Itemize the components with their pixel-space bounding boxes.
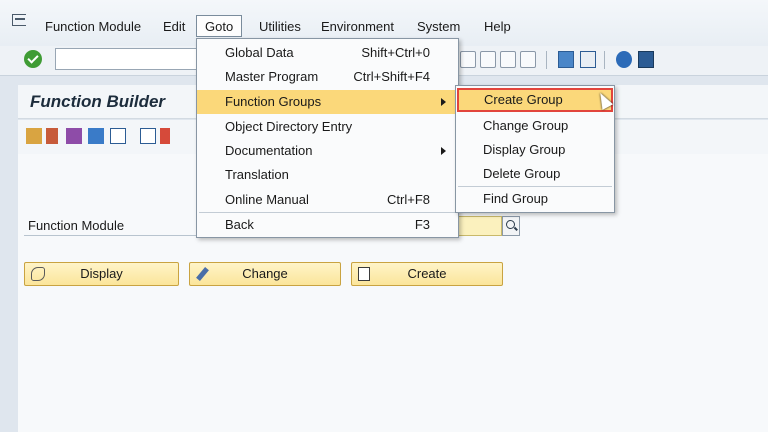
new-session-icon[interactable] [558, 51, 574, 68]
menu-item-label: Change Group [483, 118, 569, 133]
menu-item-label: Find Group [483, 191, 549, 206]
menu-function-module[interactable]: Function Module [44, 18, 142, 36]
submenu-item-delete-group[interactable]: Delete Group [456, 162, 614, 186]
menu-item-master-program[interactable]: Master Program Ctrl+Shift+F4 [197, 65, 458, 89]
info-icon[interactable] [110, 128, 126, 144]
help-icon[interactable] [616, 51, 632, 68]
glasses-icon [31, 267, 45, 281]
menu-item-label: Global Data [225, 45, 294, 60]
menu-item-label: Back [225, 217, 254, 232]
menu-edit[interactable]: Edit [162, 18, 186, 36]
menu-item-translation[interactable]: Translation [197, 163, 458, 187]
submenu-arrow-icon [441, 98, 446, 106]
menu-item-label: Documentation [225, 143, 313, 158]
shortcut-icon[interactable] [580, 51, 596, 68]
other-object-icon[interactable] [26, 128, 42, 144]
submenu-item-change-group[interactable]: Change Group [456, 114, 614, 138]
change-button-label: Change [242, 266, 288, 281]
menu-item-label: Translation [225, 167, 289, 182]
submenu-item-find-group[interactable]: Find Group [456, 187, 614, 211]
check-icon[interactable] [46, 128, 58, 144]
search-help-icon[interactable] [502, 216, 520, 236]
copy-icon[interactable] [160, 128, 170, 144]
enter-check-icon[interactable] [24, 50, 42, 68]
menu-item-label: Display Group [483, 142, 566, 157]
menu-item-documentation[interactable]: Documentation [197, 139, 458, 163]
menu-utilities[interactable]: Utilities [258, 18, 302, 36]
pencil-icon [196, 267, 209, 281]
display-button-label: Display [80, 266, 123, 281]
display-button[interactable]: Display [24, 262, 179, 286]
menu-item-global-data[interactable]: Global Data Shift+Ctrl+0 [197, 41, 458, 65]
menu-item-shortcut: F3 [414, 217, 430, 232]
submenu-item-create-group[interactable]: Create Group [457, 88, 613, 112]
menu-item-label: Online Manual [225, 192, 309, 207]
menu-help[interactable]: Help [483, 18, 512, 36]
menu-item-label: Object Directory Entry [225, 119, 353, 134]
first-page-icon[interactable] [460, 51, 476, 68]
submenu-item-display-group[interactable]: Display Group [456, 138, 614, 162]
menu-item-shortcut: Shift+Ctrl+0 [361, 45, 430, 60]
command-field[interactable] [55, 48, 205, 70]
page-title: Function Builder [30, 92, 166, 111]
menu-item-shortcut: Ctrl+Shift+F4 [353, 69, 430, 84]
function-groups-submenu: Create Group Change Group Display Group … [455, 85, 615, 213]
last-page-icon[interactable] [520, 51, 536, 68]
menu-item-label: Master Program [225, 69, 319, 84]
goto-dropdown-menu: Global Data Shift+Ctrl+0 Master Program … [196, 38, 459, 238]
activate-icon[interactable] [66, 128, 82, 144]
menu-list-icon[interactable] [12, 14, 26, 26]
toolbar-divider [546, 51, 547, 69]
menu-item-object-directory-entry[interactable]: Object Directory Entry [197, 115, 458, 139]
create-button-label: Create [407, 266, 447, 281]
menu-item-label: Delete Group [483, 166, 561, 181]
menu-system[interactable]: System [416, 18, 461, 36]
toolbar-divider [604, 51, 605, 69]
test-icon[interactable] [88, 128, 104, 144]
menu-item-back[interactable]: Back F3 [197, 213, 458, 237]
menu-item-label: Function Groups [225, 94, 322, 109]
function-module-label: Function Module [28, 218, 125, 233]
menu-environment[interactable]: Environment [320, 18, 395, 36]
menu-item-online-manual[interactable]: Online Manual Ctrl+F8 [197, 188, 458, 212]
menu-item-shortcut: Ctrl+F8 [387, 192, 430, 207]
customize-layout-icon[interactable] [638, 51, 654, 68]
menu-goto[interactable]: Goto [196, 15, 243, 37]
create-button[interactable]: Create [351, 262, 503, 286]
function-module-input[interactable] [458, 216, 502, 236]
menu-item-label: Create Group [484, 92, 563, 107]
new-document-icon [358, 267, 370, 281]
menu-item-function-groups[interactable]: Function Groups [197, 90, 458, 114]
delete-icon[interactable] [140, 128, 156, 144]
next-page-icon[interactable] [500, 51, 516, 68]
previous-page-icon[interactable] [480, 51, 496, 68]
change-button[interactable]: Change [189, 262, 341, 286]
submenu-arrow-icon [441, 147, 446, 155]
